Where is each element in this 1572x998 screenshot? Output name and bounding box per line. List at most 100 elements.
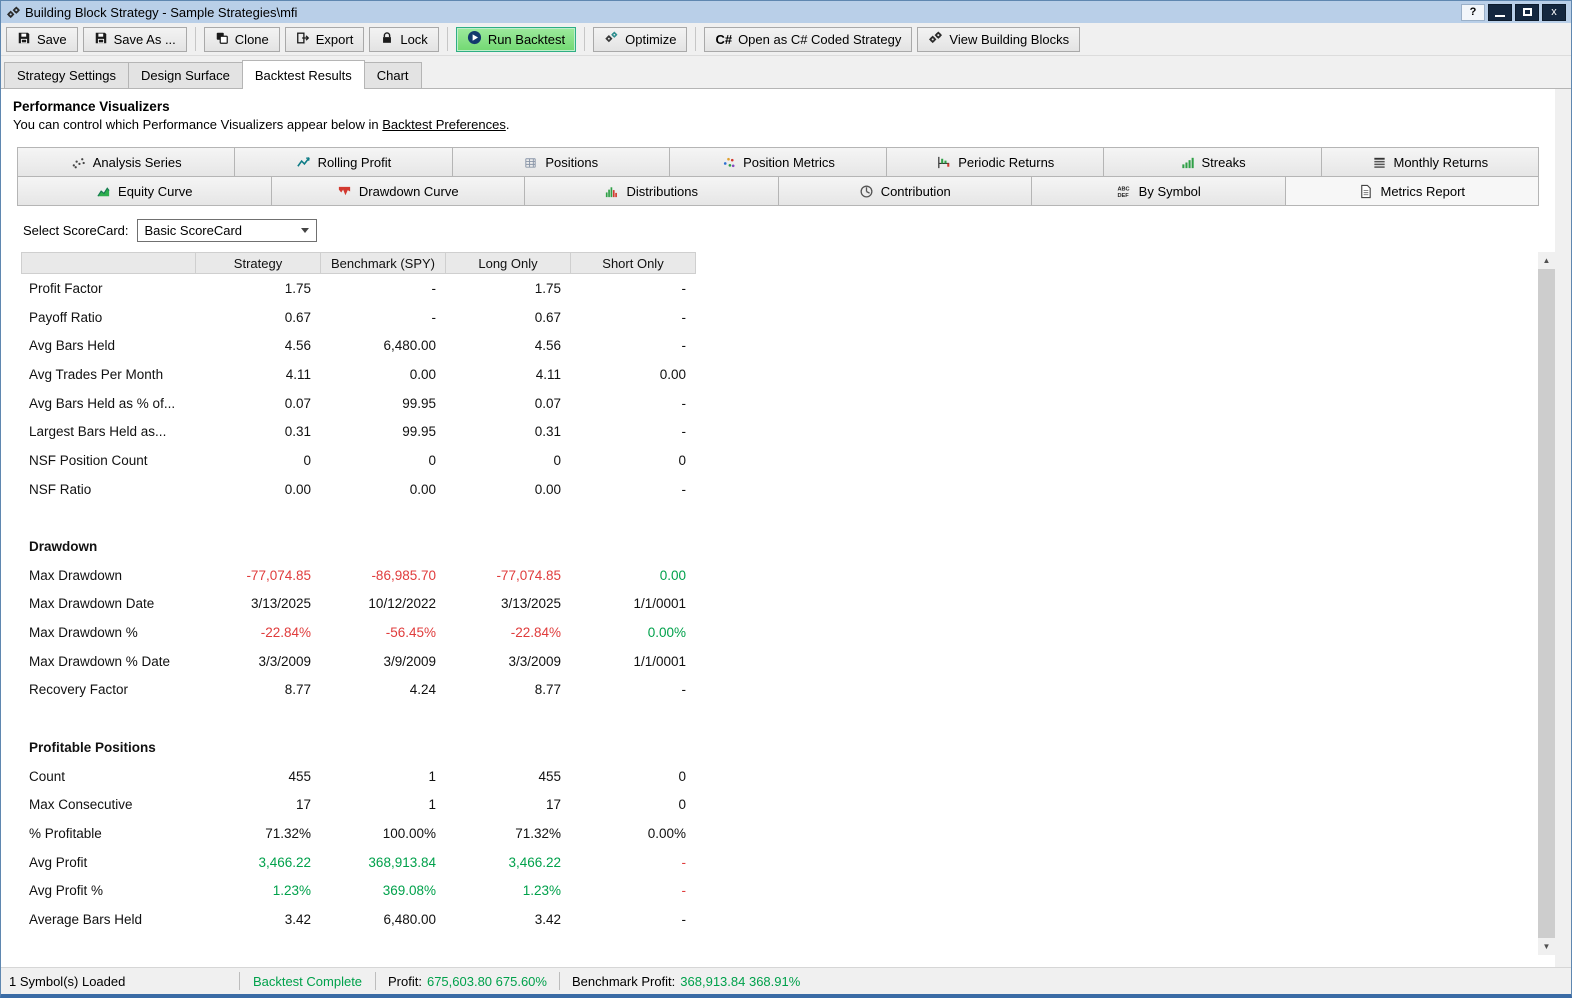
metric-value: 3.42 (196, 912, 321, 927)
metric-value: - (571, 281, 696, 296)
metric-label: NSF Ratio (21, 482, 196, 497)
backtest-results-panel: Performance Visualizers You can control … (1, 89, 1555, 967)
metric-value: 0 (196, 453, 321, 468)
building-blocks-icon (928, 30, 943, 48)
metric-value: - (571, 912, 696, 927)
clone-button[interactable]: Clone (204, 27, 280, 52)
position-metrics-icon (721, 155, 736, 170)
run-icon (467, 30, 482, 48)
toolbar-separator (584, 27, 585, 51)
table-section-row: Profitable Positions (21, 733, 1538, 762)
save-label: Save (37, 32, 67, 47)
metric-value: 0.07 (446, 396, 571, 411)
viz-tab-label: Drawdown Curve (359, 184, 459, 199)
save-as-button[interactable]: Save As ... (83, 27, 187, 52)
table-row: Max Consecutive171170 (21, 790, 1538, 819)
save-button[interactable]: Save (6, 27, 78, 52)
viz-tab-rolling-profit[interactable]: Rolling Profit (234, 147, 452, 177)
metric-value: 1 (321, 797, 446, 812)
table-row: Max Drawdown %-22.84%-56.45%-22.84%0.00% (21, 618, 1538, 647)
scorecard-select[interactable]: Basic ScoreCard (137, 219, 317, 242)
viz-tab-label: Distributions (626, 184, 698, 199)
viz-tab-periodic-returns[interactable]: Periodic Returns (886, 147, 1104, 177)
benchmark-profit-value: 368,913.84 368.91% (680, 974, 800, 989)
metric-value: 10/12/2022 (321, 596, 446, 611)
header-cell-blank (21, 252, 196, 274)
metrics-report-icon (1358, 184, 1373, 199)
visualizer-tab-row-2: Equity Curve Drawdown Curve Distribution… (17, 176, 1539, 206)
metric-value: 0 (571, 797, 696, 812)
metric-value: 99.95 (321, 424, 446, 439)
open-csharp-label: Open as C# Coded Strategy (738, 32, 901, 47)
export-button[interactable]: Export (285, 27, 365, 52)
metric-value: 0.67 (446, 310, 571, 325)
metric-value: 8.77 (446, 682, 571, 697)
toolbar: Save Save As ... Clone Export Lock Run B… (1, 23, 1571, 56)
scrollbar-thumb[interactable] (1538, 269, 1555, 938)
viz-tab-equity-curve[interactable]: Equity Curve (17, 176, 272, 206)
building-blocks-icon (6, 5, 21, 20)
metric-value: 3/3/2009 (446, 654, 571, 669)
viz-tab-metrics-report[interactable]: Metrics Report (1285, 176, 1540, 206)
backtest-preferences-link[interactable]: Backtest Preferences (382, 117, 506, 132)
periodic-returns-icon (936, 155, 951, 170)
metric-value: 8.77 (196, 682, 321, 697)
metric-value: -77,074.85 (196, 568, 321, 583)
status-bar: 1 Symbol(s) Loaded Backtest Complete Pro… (1, 967, 1571, 994)
tab-design-surface[interactable]: Design Surface (128, 62, 243, 89)
metric-value: - (571, 424, 696, 439)
metric-value: 455 (446, 769, 571, 784)
viz-tab-distributions[interactable]: Distributions (524, 176, 779, 206)
tab-chart[interactable]: Chart (364, 62, 422, 89)
table-row: Avg Bars Held4.566,480.004.56- (21, 331, 1538, 360)
table-row: Avg Profit %1.23%369.08%1.23%- (21, 876, 1538, 905)
metric-label: % Profitable (21, 826, 196, 841)
metric-label: Max Drawdown (21, 568, 196, 583)
scroll-up-icon[interactable]: ▲ (1538, 252, 1555, 269)
performance-visualizers-subtitle: You can control which Performance Visual… (13, 117, 1543, 132)
metric-value: - (571, 883, 696, 898)
viz-tab-label: By Symbol (1139, 184, 1201, 199)
run-backtest-label: Run Backtest (488, 32, 565, 47)
metric-value: - (571, 310, 696, 325)
vertical-scrollbar[interactable]: ▲ ▼ (1538, 252, 1555, 955)
metric-value: - (571, 855, 696, 870)
maximize-button[interactable] (1515, 4, 1539, 21)
header-cell-strategy: Strategy (195, 252, 321, 274)
viz-tab-positions[interactable]: Positions (452, 147, 670, 177)
viz-tab-monthly-returns[interactable]: Monthly Returns (1321, 147, 1539, 177)
viz-tab-contribution[interactable]: Contribution (778, 176, 1033, 206)
viz-tab-position-metrics[interactable]: Position Metrics (669, 147, 887, 177)
help-button[interactable]: ? (1461, 4, 1485, 21)
content-area: Performance Visualizers You can control … (1, 89, 1571, 967)
export-label: Export (316, 32, 354, 47)
metric-value: 0 (571, 453, 696, 468)
performance-visualizers-title: Performance Visualizers (13, 99, 1543, 114)
viz-tab-drawdown-curve[interactable]: Drawdown Curve (271, 176, 526, 206)
metric-label: Profit Factor (21, 281, 196, 296)
save-as-icon (94, 31, 108, 48)
viz-tab-by-symbol[interactable]: ABCDEF By Symbol (1031, 176, 1286, 206)
metric-value: 0.07 (196, 396, 321, 411)
run-backtest-button[interactable]: Run Backtest (456, 27, 576, 52)
open-csharp-button[interactable]: C# Open as C# Coded Strategy (704, 27, 912, 52)
minimize-button[interactable] (1488, 4, 1512, 21)
tab-strategy-settings[interactable]: Strategy Settings (4, 62, 129, 89)
metric-label: Average Bars Held (21, 912, 196, 927)
drawdown-curve-icon (337, 184, 352, 199)
lock-button[interactable]: Lock (369, 27, 438, 52)
scroll-down-icon[interactable]: ▼ (1538, 938, 1555, 955)
tab-backtest-results[interactable]: Backtest Results (242, 60, 365, 89)
toolbar-separator (695, 27, 696, 51)
viz-tab-streaks[interactable]: Streaks (1103, 147, 1321, 177)
viz-tab-analysis-series[interactable]: Analysis Series (17, 147, 235, 177)
table-spacer-row (21, 504, 1538, 533)
optimize-button[interactable]: Optimize (593, 27, 687, 52)
view-building-blocks-button[interactable]: View Building Blocks (917, 27, 1080, 52)
metric-value: 0.00 (571, 367, 696, 382)
optimize-icon (604, 30, 619, 48)
main-tab-strip: Strategy Settings Design Surface Backtes… (1, 56, 1571, 89)
close-button[interactable]: x (1542, 4, 1566, 21)
metric-label: Payoff Ratio (21, 310, 196, 325)
viz-tab-label: Positions (545, 155, 598, 170)
